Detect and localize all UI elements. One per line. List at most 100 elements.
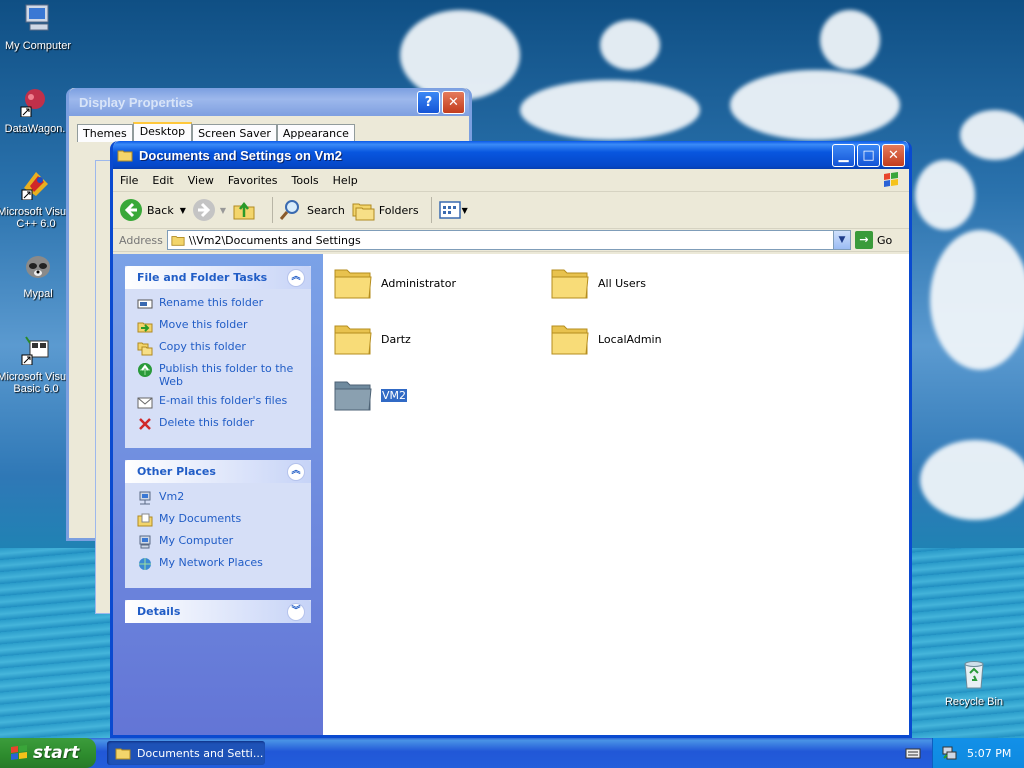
place-vm2[interactable]: Vm2 bbox=[137, 490, 303, 506]
collapse-icon[interactable]: ︽ bbox=[287, 269, 305, 287]
menu-file[interactable]: File bbox=[113, 174, 145, 187]
desktop-icon-label: Microsoft Visual C++ 6.0 bbox=[0, 206, 75, 230]
tab-desktop[interactable]: Desktop bbox=[132, 122, 193, 142]
folder-item[interactable]: Dartz bbox=[333, 320, 411, 358]
panel-title: Details bbox=[137, 605, 181, 618]
search-button[interactable]: Search bbox=[279, 198, 345, 222]
folder-item[interactable]: LocalAdmin bbox=[550, 320, 662, 358]
search-icon bbox=[279, 200, 300, 220]
folders-button[interactable]: Folders bbox=[351, 198, 419, 222]
task-label: Delete this folder bbox=[159, 416, 255, 429]
panel-header[interactable]: Other Places ︽ bbox=[125, 460, 311, 483]
recycle-bin-icon bbox=[964, 661, 984, 689]
back-arrow-icon bbox=[120, 199, 142, 221]
desktop-icon-recycle-bin[interactable]: Recycle Bin bbox=[934, 658, 1014, 708]
panel-body: Vm2 My Documents My Computer My Network … bbox=[125, 483, 311, 588]
task-label: E-mail this folder's files bbox=[159, 394, 288, 407]
folder-view[interactable]: Administrator All Users Dartz LocalAdmin… bbox=[323, 254, 909, 735]
views-button[interactable]: ▼ bbox=[438, 198, 468, 222]
menu-tools[interactable]: Tools bbox=[285, 174, 326, 187]
cloud bbox=[520, 80, 700, 140]
folder-icon bbox=[334, 269, 372, 299]
tab-appearance[interactable]: Appearance bbox=[276, 124, 355, 142]
desktop-icon-my-computer[interactable]: My Computer bbox=[0, 2, 78, 52]
panel-title: File and Folder Tasks bbox=[137, 271, 268, 284]
folder-icon bbox=[334, 325, 372, 355]
help-button[interactable]: ? bbox=[417, 90, 440, 114]
panel-header[interactable]: File and Folder Tasks ︽ bbox=[125, 266, 311, 289]
place-label: My Computer bbox=[159, 534, 234, 547]
address-input[interactable]: \\Vm2\Documents and Settings ▼ bbox=[166, 230, 851, 250]
start-button[interactable]: start bbox=[0, 738, 96, 768]
explorer-window[interactable]: Documents and Settings on Vm2 ▁ □ ✕ File… bbox=[110, 141, 912, 738]
collapse-icon[interactable]: ︽ bbox=[287, 463, 305, 481]
network-icon[interactable] bbox=[941, 745, 957, 761]
email-icon bbox=[137, 397, 153, 409]
folder-item[interactable]: All Users bbox=[550, 264, 646, 302]
expand-icon[interactable]: ︾ bbox=[287, 603, 305, 621]
task-rename-folder[interactable]: Rename this folder bbox=[137, 296, 303, 312]
back-label: Back bbox=[147, 203, 174, 217]
forward-button[interactable]: ▼ bbox=[192, 198, 226, 222]
menu-edit[interactable]: Edit bbox=[145, 174, 180, 187]
folder-item[interactable]: Administrator bbox=[333, 264, 456, 302]
system-tray: 5:07 PM bbox=[932, 738, 1024, 768]
close-button[interactable]: ✕ bbox=[442, 90, 465, 114]
go-arrow-icon: → bbox=[855, 231, 873, 249]
taskbar-item-explorer[interactable]: Documents and Setti... bbox=[107, 741, 265, 765]
rename-icon bbox=[137, 299, 153, 309]
window-title: Documents and Settings on Vm2 bbox=[139, 147, 342, 163]
toolbar-separator bbox=[272, 197, 274, 223]
address-value: \\Vm2\Documents and Settings bbox=[188, 233, 361, 247]
chevron-down-icon[interactable]: ▼ bbox=[180, 206, 186, 215]
task-email-files[interactable]: E-mail this folder's files bbox=[137, 394, 303, 410]
go-button[interactable]: → Go bbox=[855, 231, 905, 249]
cloud bbox=[920, 440, 1024, 520]
desktop-icon-visual-basic[interactable]: Microsoft Visual Basic 6.0 bbox=[0, 333, 76, 395]
title-bar[interactable]: Display Properties ? ✕ bbox=[69, 88, 469, 116]
close-button[interactable]: ✕ bbox=[882, 143, 905, 167]
minimize-button[interactable]: ▁ bbox=[832, 143, 855, 167]
folder-icon bbox=[115, 748, 131, 760]
task-delete-folder[interactable]: Delete this folder bbox=[137, 416, 303, 432]
up-button[interactable] bbox=[232, 198, 260, 222]
menu-view[interactable]: View bbox=[181, 174, 221, 187]
panel-header[interactable]: Details ︾ bbox=[125, 600, 311, 623]
go-label: Go bbox=[877, 233, 893, 247]
cloud bbox=[930, 230, 1024, 370]
title-bar[interactable]: Documents and Settings on Vm2 ▁ □ ✕ bbox=[113, 141, 909, 169]
folder-label: LocalAdmin bbox=[598, 332, 662, 346]
cloud bbox=[820, 10, 880, 70]
tab-strip: Themes Desktop Screen Saver Appearance bbox=[69, 116, 469, 142]
desktop-icon-datawagon[interactable]: DataWagon. bbox=[0, 85, 75, 135]
cloud bbox=[915, 160, 975, 230]
explorer-body: File and Folder Tasks ︽ Rename this fold… bbox=[113, 254, 909, 735]
desktop-icon-visual-cpp[interactable]: Microsoft Visual C++ 6.0 bbox=[0, 168, 76, 230]
address-dropdown-button[interactable]: ▼ bbox=[833, 231, 850, 249]
task-move-folder[interactable]: Move this folder bbox=[137, 318, 303, 334]
place-label: My Network Places bbox=[159, 556, 263, 569]
maximize-button[interactable]: □ bbox=[857, 143, 880, 167]
task-copy-folder[interactable]: Copy this folder bbox=[137, 340, 303, 356]
place-my-computer[interactable]: My Computer bbox=[137, 534, 303, 550]
desktop-icon-label: DataWagon. bbox=[4, 123, 66, 135]
address-label: Address bbox=[119, 233, 163, 247]
back-button[interactable]: Back ▼ bbox=[119, 198, 186, 222]
folder-item-selected[interactable]: VM2 bbox=[333, 376, 409, 414]
keyboard-icon[interactable] bbox=[905, 746, 921, 760]
tab-themes[interactable]: Themes bbox=[77, 124, 133, 142]
place-my-network-places[interactable]: My Network Places bbox=[137, 556, 303, 572]
search-label: Search bbox=[307, 203, 345, 217]
move-icon bbox=[137, 322, 153, 333]
clock[interactable]: 5:07 PM bbox=[967, 747, 1011, 760]
cloud bbox=[400, 10, 520, 100]
start-label: start bbox=[33, 743, 80, 763]
visual-cpp-icon bbox=[21, 172, 48, 201]
menu-help[interactable]: Help bbox=[326, 174, 365, 187]
tab-screen-saver[interactable]: Screen Saver bbox=[192, 124, 277, 142]
chevron-down-icon[interactable]: ▼ bbox=[220, 206, 226, 215]
menu-favorites[interactable]: Favorites bbox=[221, 174, 285, 187]
task-publish-web[interactable]: Publish this folder to the Web bbox=[137, 362, 303, 388]
taskbar-item-label: Documents and Setti... bbox=[137, 746, 264, 760]
place-my-documents[interactable]: My Documents bbox=[137, 512, 303, 528]
